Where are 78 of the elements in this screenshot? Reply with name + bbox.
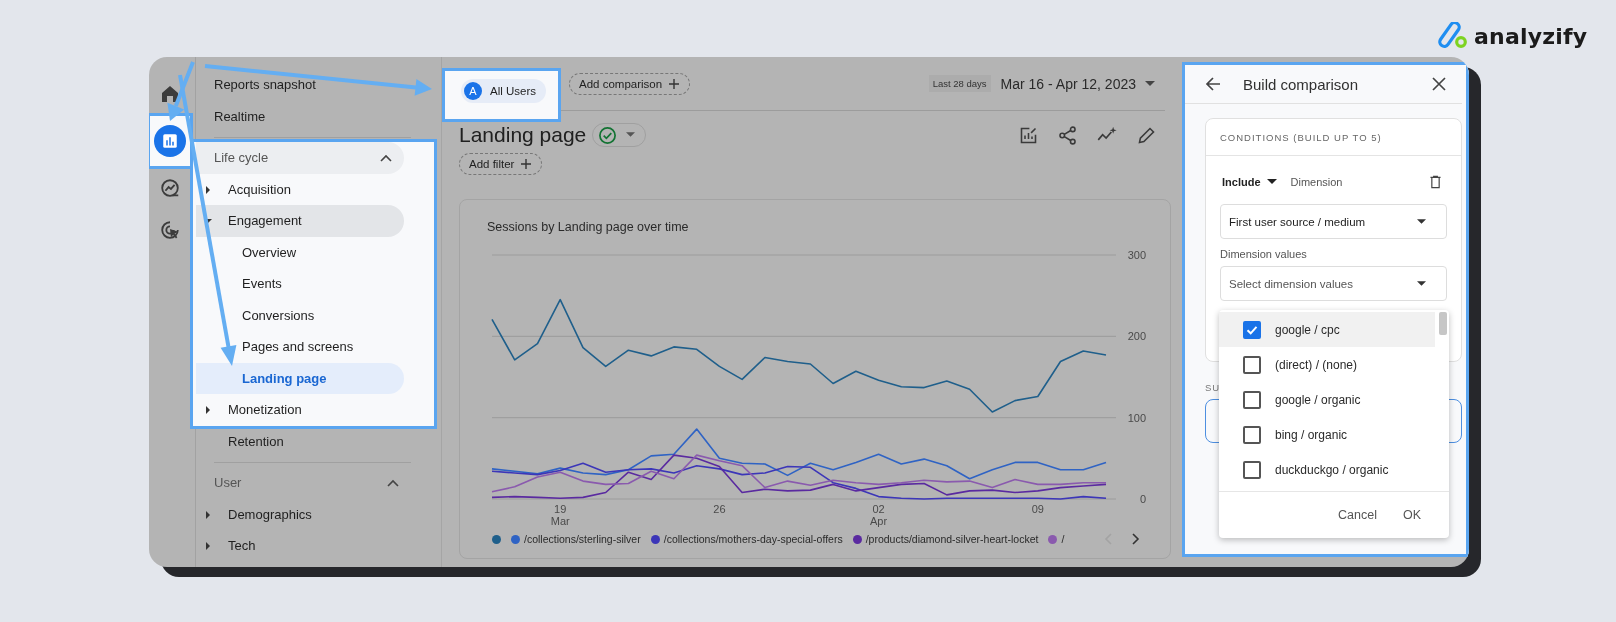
nav-item[interactable]: Tech — [196, 530, 411, 562]
brand-name: analyzify — [1474, 23, 1588, 49]
y-axis-label: 0 — [1139, 493, 1146, 505]
chevron-icon — [380, 153, 392, 162]
nav-item[interactable]: Conversions — [196, 299, 404, 331]
caret-icon — [626, 132, 636, 138]
plus-icon — [668, 77, 681, 90]
section-label: SU — [1205, 382, 1222, 393]
chevron-icon — [387, 478, 399, 487]
nav-item[interactable]: Demographics — [196, 498, 411, 530]
target-cursor-icon[interactable] — [158, 219, 181, 241]
y-axis-label: 100 — [1127, 411, 1146, 424]
nav-section-header[interactable]: User — [196, 467, 411, 499]
nav-item[interactable]: Events — [196, 268, 404, 300]
segment-chip[interactable]: A All Users — [461, 79, 546, 103]
y-axis-label: 200 — [1127, 330, 1146, 343]
date-preset-label: Last 28 days — [928, 75, 991, 92]
dimension-values-select[interactable]: Select dimension values — [1220, 266, 1447, 301]
option-item[interactable]: duckduckgo / organic — [1219, 452, 1435, 487]
nav-item[interactable]: Retention — [196, 425, 411, 457]
checkbox[interactable] — [1243, 460, 1261, 479]
x-axis-label: 26 — [713, 503, 726, 515]
caret-icon — [1145, 80, 1155, 87]
nav-item[interactable]: Overview — [196, 236, 404, 268]
date-range-picker[interactable]: Mar 16 - Apr 12, 2023 — [998, 75, 1165, 92]
legend-label: /collections/mothers-day-special-offers — [663, 533, 843, 545]
nav-item[interactable]: Landing page — [196, 362, 404, 394]
caret-icon — [1417, 218, 1426, 225]
nav-item[interactable]: Monetization — [196, 394, 404, 426]
nav-item[interactable]: Reports snapshot — [196, 69, 411, 101]
back-arrow-icon[interactable] — [1205, 76, 1221, 92]
bar-chart-icon[interactable] — [154, 125, 186, 157]
legend-label: /collections/sterling-silver — [524, 533, 641, 545]
caret-icon — [205, 406, 211, 414]
option-item[interactable]: google / cpc — [1219, 312, 1435, 347]
legend-label: / — [1061, 533, 1065, 545]
dimension-values-label: Dimension values — [1220, 248, 1308, 260]
nav-item[interactable]: Realtime — [196, 100, 411, 132]
option-item[interactable]: bing / organic — [1219, 417, 1435, 452]
option-item[interactable]: google / organic — [1219, 382, 1435, 417]
option-item[interactable]: (direct) / (none) — [1219, 347, 1435, 382]
nav-item[interactable]: Pages and screens — [196, 331, 404, 363]
scrollbar-thumb[interactable] — [1439, 312, 1447, 335]
x-axis-label: 09 — [1031, 503, 1044, 515]
report-title: Landing page — [459, 123, 587, 147]
share-icon[interactable] — [1057, 124, 1078, 146]
checkbox[interactable] — [1243, 425, 1261, 444]
caret-icon — [205, 510, 211, 519]
nav-item[interactable]: Acquisition — [196, 173, 404, 205]
x-axis-label: 02 Apr — [870, 503, 888, 527]
cancel-button[interactable]: Cancel — [1336, 504, 1379, 526]
y-axis-label: 300 — [1127, 249, 1146, 261]
caret-icon — [1266, 179, 1277, 185]
checkbox[interactable] — [1243, 355, 1261, 374]
nav-section-header[interactable]: Life cycle — [196, 142, 404, 174]
checkbox[interactable] — [1243, 390, 1261, 409]
dimension-label: Dimension — [1290, 176, 1343, 188]
check-circle-icon — [598, 125, 618, 145]
x-axis-label: 19 Mar — [550, 503, 570, 527]
caret-icon — [1417, 280, 1426, 287]
chart-title: Sessions by Landing page over time — [486, 220, 690, 234]
trash-icon[interactable] — [1430, 175, 1441, 189]
home-icon[interactable] — [160, 85, 179, 103]
dimension-select[interactable]: First user source / medium — [1220, 204, 1447, 239]
legend-label: /products/diamond-silver-heart-locket — [865, 533, 1039, 545]
chevron-right-icon[interactable] — [1132, 533, 1140, 545]
logo-icon — [1438, 22, 1468, 50]
nav-item[interactable]: Engagement — [196, 205, 404, 237]
panel-title: Build comparison — [1243, 75, 1359, 93]
plus-icon — [520, 158, 533, 170]
conditions-title: CONDITIONS (BUILD UP TO 5) — [1206, 119, 1461, 156]
include-dropdown[interactable]: Include — [1220, 176, 1277, 188]
checkbox[interactable] — [1243, 320, 1261, 339]
caret-icon — [205, 542, 211, 550]
trend-chart-icon[interactable] — [158, 177, 181, 199]
caret-icon — [205, 185, 211, 194]
ok-button[interactable]: OK — [1400, 504, 1423, 526]
close-icon[interactable] — [1432, 77, 1446, 91]
